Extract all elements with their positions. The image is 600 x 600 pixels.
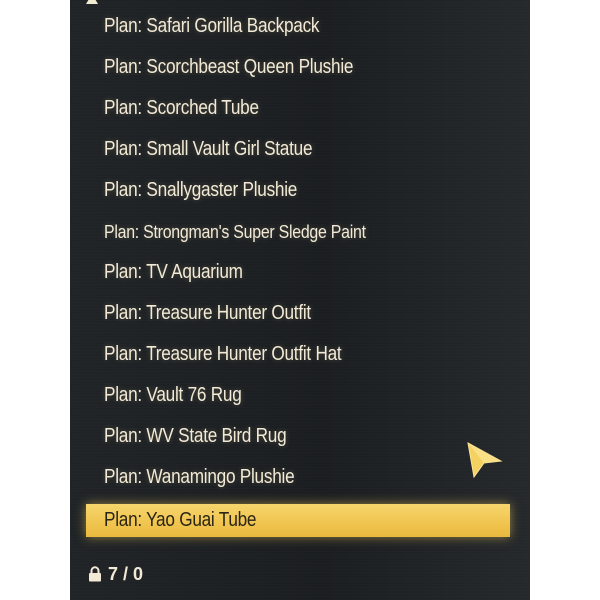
list-item-selected[interactable]: Plan: Yao Guai Tube — [86, 504, 510, 537]
list-item[interactable]: Plan: Snallygaster Plushie — [86, 174, 510, 207]
list-item[interactable]: Plan: Wanamingo Plushie — [86, 461, 510, 494]
list-item[interactable]: Plan: Small Vault Girl Statue — [86, 133, 510, 166]
arrow-cursor-icon — [467, 442, 503, 479]
scroll-up-icon[interactable] — [86, 0, 98, 4]
list-item[interactable]: Plan: Strongman's Super Sledge Paint — [86, 215, 510, 248]
list-item[interactable]: Plan: WV State Bird Rug — [86, 420, 510, 453]
list-item[interactable]: Plan: Scorchbeast Queen Plushie — [86, 51, 510, 84]
capacity-text: 7 / 0 — [108, 563, 144, 584]
capacity-indicator: 7 / 0 — [88, 561, 143, 587]
list-item[interactable]: Plan: TV Aquarium — [86, 256, 510, 289]
list-item[interactable]: Plan: Scorched Tube — [86, 92, 510, 125]
inventory-list-panel: Plan: Safari Gorilla Backpack Plan: Scor… — [70, 0, 530, 600]
list-item[interactable]: Plan: Treasure Hunter Outfit — [86, 297, 510, 330]
list-item[interactable]: Plan: Treasure Hunter Outfit Hat — [86, 338, 510, 371]
list-item[interactable]: Plan: Safari Gorilla Backpack — [86, 10, 510, 43]
list-item[interactable]: Plan: Vault 76 Rug — [86, 379, 510, 412]
lock-icon — [89, 566, 101, 582]
screen: Plan: Safari Gorilla Backpack Plan: Scor… — [0, 0, 600, 600]
